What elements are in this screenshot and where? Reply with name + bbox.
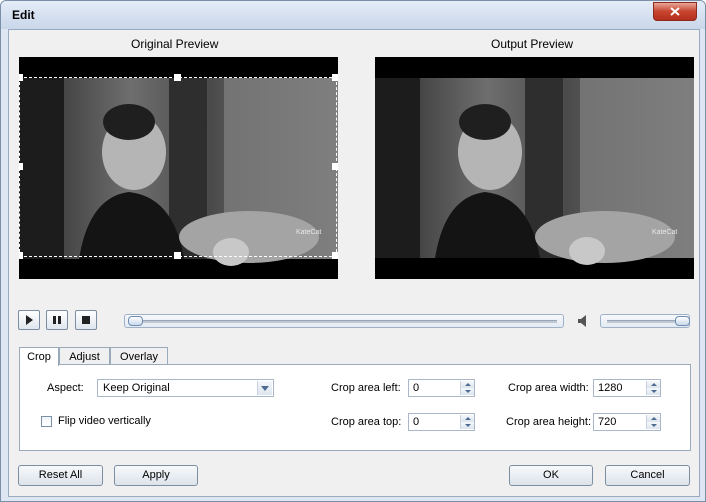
crop-selection-rect[interactable] [19,77,337,257]
crop-handle-left[interactable] [19,163,23,170]
edit-dialog: Edit Original Preview Output Preview Kat… [0,0,706,502]
close-icon [670,7,680,16]
crop-handle-bottom-left[interactable] [19,252,23,259]
close-button[interactable] [653,2,697,21]
crop-width-label: Crop area width: [508,382,589,394]
crop-top-increment[interactable] [460,415,474,422]
speaker-icon[interactable] [577,314,591,328]
flip-vertical-label: Flip video vertically [58,415,151,427]
crop-handle-top-right[interactable] [332,74,338,81]
crop-top-input[interactable]: 0 [408,413,475,431]
crop-width-decrement[interactable] [646,388,660,395]
seek-slider-thumb[interactable] [128,316,143,326]
ok-button[interactable]: OK [509,465,593,486]
output-watermark: KateCat [652,229,678,236]
window-title: Edit [12,8,35,22]
crop-handle-right[interactable] [332,163,338,170]
title-bar: Edit [1,1,705,29]
crop-left-label: Crop area left: [331,382,401,394]
crop-height-decrement[interactable] [646,422,660,429]
crop-height-input[interactable]: 720 [593,413,661,431]
volume-slider[interactable] [600,314,690,328]
seek-slider[interactable] [124,314,564,328]
pause-button[interactable] [46,310,68,330]
original-preview-label: Original Preview [131,37,219,51]
dialog-body: Original Preview Output Preview KateCat … [8,29,700,497]
aspect-select[interactable]: Keep Original [97,379,274,397]
flip-vertical-checkbox[interactable] [41,416,52,427]
output-preview-label: Output Preview [491,37,574,51]
crop-left-decrement[interactable] [460,388,474,395]
crop-top-decrement[interactable] [460,422,474,429]
crop-width-increment[interactable] [646,381,660,388]
crop-handle-bottom[interactable] [174,252,181,259]
crop-height-increment[interactable] [646,415,660,422]
tab-overlay[interactable]: Overlay [110,347,168,365]
crop-left-increment[interactable] [460,381,474,388]
output-video-frame [375,57,694,279]
pause-icon [53,316,61,324]
chevron-down-icon[interactable] [257,381,272,395]
volume-slider-thumb[interactable] [675,316,690,326]
crop-height-label: Crop area height: [506,416,591,428]
crop-handle-top-left[interactable] [19,74,23,81]
stop-button[interactable] [75,310,97,330]
tab-crop[interactable]: Crop [19,347,59,366]
play-button[interactable] [18,310,40,330]
original-preview[interactable]: KateCat [19,57,338,279]
cancel-button[interactable]: Cancel [605,465,690,486]
stop-icon [82,316,90,324]
crop-handle-top[interactable] [174,74,181,81]
play-icon [26,315,33,325]
apply-button[interactable]: Apply [114,465,198,486]
tab-adjust[interactable]: Adjust [59,347,110,365]
crop-left-input[interactable]: 0 [408,379,475,397]
output-preview: KateCat [375,57,694,279]
crop-handle-bottom-right[interactable] [332,252,338,259]
reset-all-button[interactable]: Reset All [18,465,103,486]
crop-panel: Aspect: Keep Original Flip video vertica… [19,364,691,451]
crop-width-input[interactable]: 1280 [593,379,661,397]
aspect-label: Aspect: [47,382,84,394]
crop-top-label: Crop area top: [331,416,402,428]
